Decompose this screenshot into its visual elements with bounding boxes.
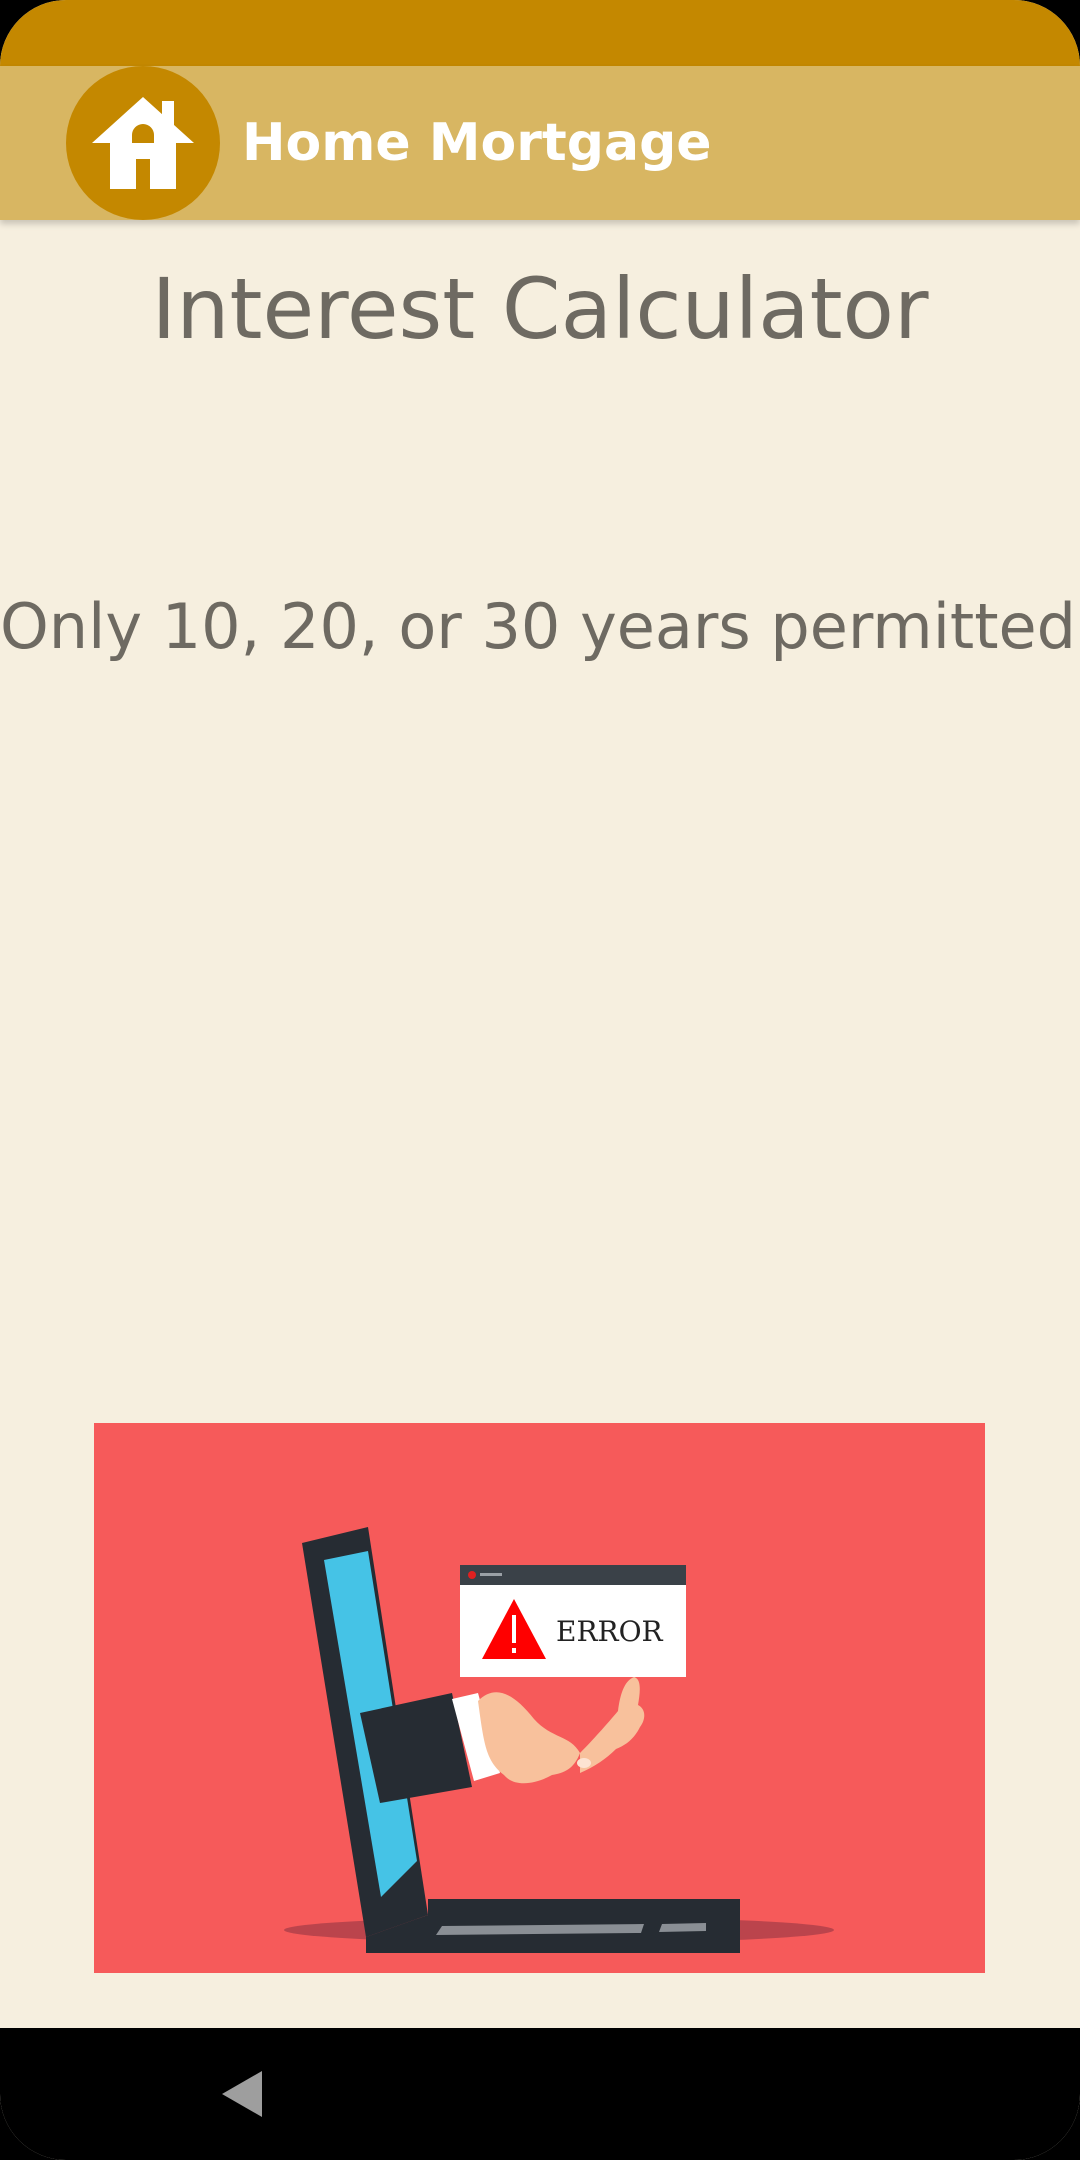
page-title: Interest Calculator: [151, 260, 929, 358]
error-label: ERROR: [556, 1615, 664, 1648]
main-content: Interest Calculator Only 10, 20, or 30 y…: [0, 220, 1080, 2028]
app-logo: [66, 66, 220, 220]
laptop-error-graphic: ERROR: [284, 1527, 834, 1953]
status-bar: [0, 0, 1080, 66]
validation-message: Only 10, 20, or 30 years permitted.: [0, 590, 1080, 663]
back-triangle-icon: [222, 2071, 262, 2117]
back-button[interactable]: [210, 2062, 274, 2126]
phone-screen: Home Mortgage Interest Calculator Only 1…: [0, 0, 1080, 2160]
app-title: Home Mortgage: [242, 113, 712, 173]
error-dialog: ERROR: [460, 1565, 686, 1677]
house-icon: [92, 97, 194, 189]
error-illustration: ERROR: [94, 1423, 985, 1973]
navigation-bar: [0, 2028, 1080, 2160]
app-bar: Home Mortgage: [0, 66, 1080, 220]
